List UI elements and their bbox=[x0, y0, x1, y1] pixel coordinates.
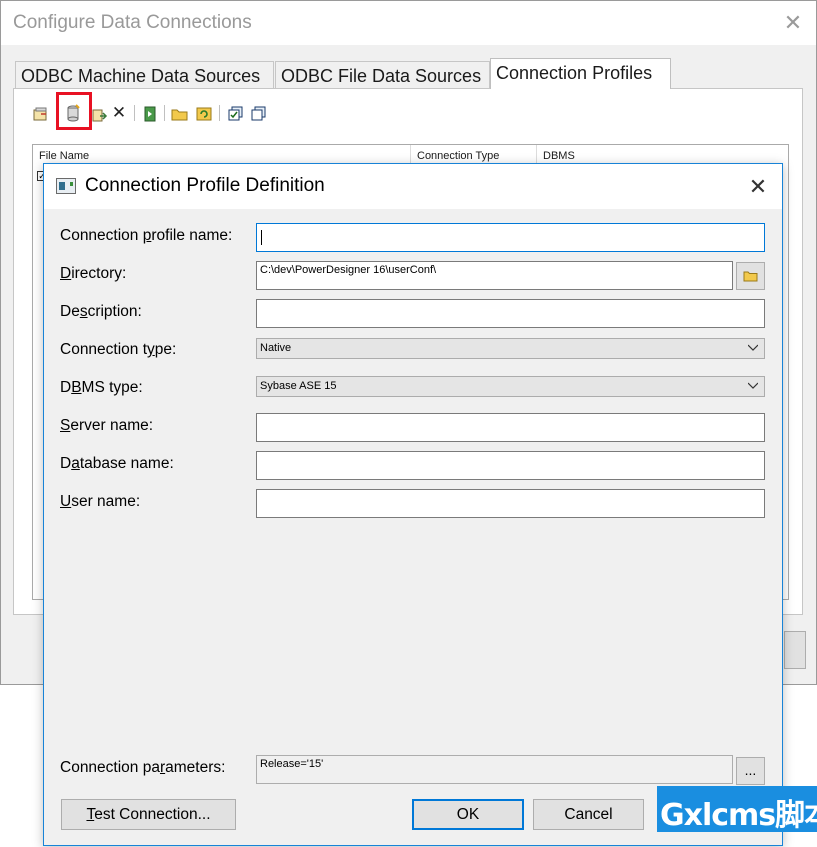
ok-button[interactable]: OK bbox=[412, 799, 524, 830]
properties-icon[interactable] bbox=[32, 105, 50, 123]
user-name-label: User name: bbox=[60, 493, 141, 510]
column-header-file-name[interactable]: File Name bbox=[33, 145, 411, 165]
dialog-close-icon[interactable]: ✕ bbox=[744, 173, 772, 201]
delete-icon[interactable]: ✕ bbox=[110, 104, 128, 122]
test-connection-icon[interactable] bbox=[141, 105, 159, 123]
add-connection-profile-icon[interactable] bbox=[64, 104, 82, 122]
chevron-down-icon bbox=[748, 382, 758, 389]
database-name-input[interactable] bbox=[256, 451, 765, 480]
outer-close-icon[interactable]: ✕ bbox=[779, 9, 807, 37]
user-name-input[interactable] bbox=[256, 489, 765, 518]
watermark-logo: Gxlcms脚本 bbox=[657, 786, 817, 833]
connection-type-label: Connection type: bbox=[60, 341, 177, 358]
browse-directory-button[interactable] bbox=[736, 262, 765, 290]
profile-name-input[interactable] bbox=[256, 223, 765, 252]
connection-type-select[interactable]: Native bbox=[256, 338, 765, 359]
text-caret bbox=[261, 230, 262, 245]
outer-title-bar: Configure Data Connections ✕ bbox=[1, 1, 816, 45]
refresh-icon[interactable] bbox=[195, 105, 213, 123]
connection-profile-app-icon bbox=[56, 178, 76, 194]
watermark-text: Gxlcms脚本 bbox=[660, 798, 817, 833]
toolbar-separator bbox=[134, 105, 135, 121]
column-header-dbms[interactable]: DBMS bbox=[537, 145, 788, 165]
outer-dialog-button[interactable] bbox=[784, 631, 806, 669]
server-name-label: Server name: bbox=[60, 417, 154, 434]
directory-input[interactable]: C:\dev\PowerDesigner 16\userConf\ bbox=[256, 261, 733, 290]
test-connection-button[interactable]: Test Connection... bbox=[61, 799, 236, 830]
chevron-down-icon bbox=[748, 344, 758, 351]
open-folder-icon[interactable] bbox=[171, 105, 189, 123]
edit-parameters-button[interactable]: ... bbox=[736, 757, 765, 785]
profile-name-label: Connection profile name: bbox=[60, 227, 233, 244]
dbms-type-label: DBMS type: bbox=[60, 379, 143, 396]
dialog-title: Connection Profile Definition bbox=[85, 175, 325, 196]
connection-parameters-field: Release='15' bbox=[256, 755, 733, 784]
column-header-connection-type[interactable]: Connection Type bbox=[411, 145, 537, 165]
outer-window-title: Configure Data Connections bbox=[13, 12, 252, 33]
directory-label: Directory: bbox=[60, 265, 127, 282]
dbms-type-select[interactable]: Sybase ASE 15 bbox=[256, 376, 765, 397]
tab-connection-profiles[interactable]: Connection Profiles bbox=[490, 58, 671, 89]
database-name-label: Database name: bbox=[60, 455, 174, 472]
description-label: Description: bbox=[60, 303, 142, 320]
toolbar-separator bbox=[164, 105, 165, 121]
tab-odbc-machine-data-sources[interactable]: ODBC Machine Data Sources bbox=[15, 61, 274, 89]
cancel-button[interactable]: Cancel bbox=[533, 799, 644, 830]
server-name-input[interactable] bbox=[256, 413, 765, 442]
tab-odbc-file-data-sources[interactable]: ODBC File Data Sources bbox=[275, 61, 490, 89]
dialog-title-bar: Connection Profile Definition ✕ bbox=[44, 164, 782, 209]
clear-selection-icon[interactable] bbox=[250, 105, 268, 123]
folder-icon bbox=[743, 271, 758, 282]
toolbar-separator bbox=[219, 105, 220, 121]
description-input[interactable] bbox=[256, 299, 765, 328]
import-icon[interactable] bbox=[91, 106, 109, 124]
select-all-icon[interactable] bbox=[227, 105, 245, 123]
connection-profile-definition-dialog: Connection Profile Definition ✕ Connecti… bbox=[43, 163, 783, 846]
connection-parameters-label: Connection parameters: bbox=[60, 759, 226, 776]
